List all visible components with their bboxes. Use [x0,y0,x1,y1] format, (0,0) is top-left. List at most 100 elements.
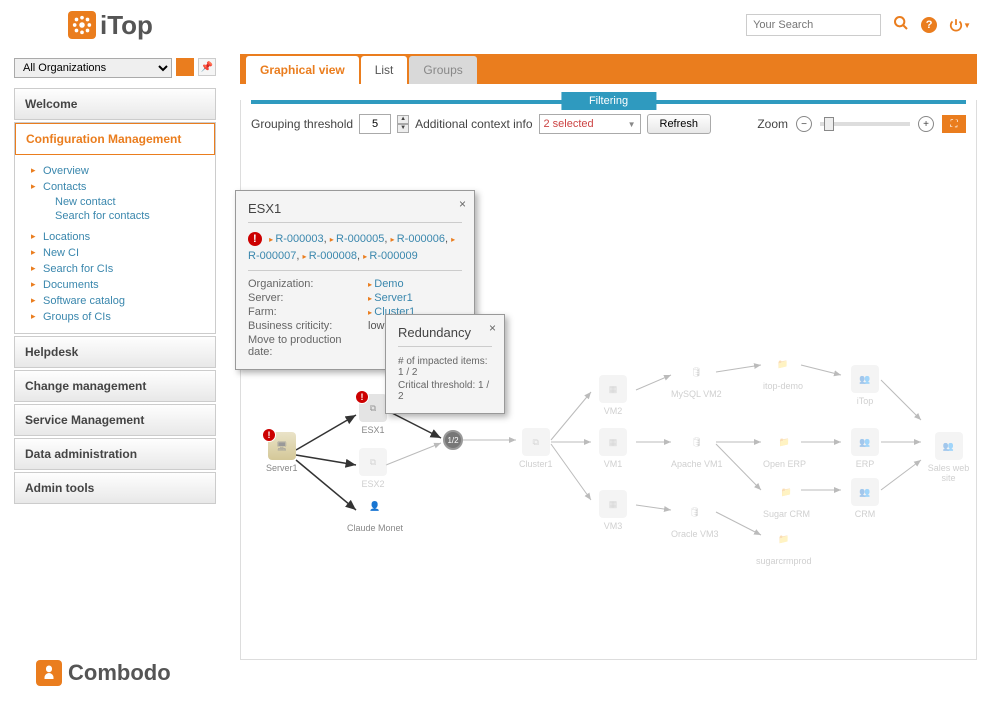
node-vm1[interactable]: ▦VM1 [599,428,627,469]
menu-change[interactable]: Change management [15,371,215,401]
node-itopdemo[interactable]: 📁itop-demo [763,350,803,391]
node-oraclevm3[interactable]: 🛢Oracle VM3 [671,498,719,539]
search-icon[interactable] [893,15,909,36]
link-software-catalog[interactable]: Software catalog [43,293,215,309]
app-icon: 👥 [851,428,879,456]
server-label: Server: [248,292,368,304]
node-cluster1[interactable]: ⧉Cluster1 [519,428,553,469]
threshold-down[interactable]: ▼ [397,124,409,133]
ticket-link[interactable]: R-000005 [330,233,385,245]
pin-button[interactable]: 📌 [198,58,216,76]
menu-helpdesk[interactable]: Helpdesk [15,337,215,367]
hypervisor-icon: ⧉ [359,448,387,476]
menu-service[interactable]: Service Management [15,405,215,435]
node-esx2[interactable]: ⧉ESX2 [359,448,387,489]
vm-icon: ▦ [599,490,627,518]
server-link[interactable]: Server1 [368,292,413,304]
threshold-up[interactable]: ▲ [397,115,409,124]
tab-groups[interactable]: Groups [409,56,476,84]
zoom-in-button[interactable]: + [918,116,934,132]
search-input[interactable] [746,14,881,36]
biz-label: Business criticity: [248,320,368,332]
node-mysqlvm2[interactable]: 🛢MySQL VM2 [671,358,722,399]
refresh-button[interactable]: Refresh [647,114,712,134]
logo-text: iTop [100,10,153,41]
node-sugarcrmprod[interactable]: 📁sugarcrmprod [756,525,812,566]
ticket-link[interactable]: R-000009 [363,250,418,262]
biz-value: low [368,320,385,332]
folder-icon: 📁 [773,478,801,506]
node-openerp[interactable]: 📁Open ERP [763,428,806,469]
footer-logo-text: Combodo [68,660,171,686]
menu-admin-tools[interactable]: Admin tools [15,473,215,503]
help-icon[interactable]: ? [921,17,937,33]
tab-graphical[interactable]: Graphical view [246,56,359,84]
close-icon[interactable]: × [459,197,466,211]
close-icon[interactable]: × [489,321,496,335]
link-new-ci[interactable]: New CI [43,245,215,261]
context-select[interactable]: 2 selected▼ [539,114,641,134]
tab-list[interactable]: List [361,56,408,84]
link-documents[interactable]: Documents [43,277,215,293]
filter-bar: Filtering [251,100,966,104]
node-erp[interactable]: 👥ERP [851,428,879,469]
link-search-cis[interactable]: Search for CIs [43,261,215,277]
link-locations[interactable]: Locations [43,229,215,245]
logo-icon [68,11,96,39]
org-go-button[interactable] [176,58,194,76]
node-sales[interactable]: 👥Sales web site [921,432,976,483]
app-icon: 👥 [851,478,879,506]
zoom-slider-handle[interactable] [824,117,834,131]
link-overview[interactable]: Overview [43,163,215,179]
person-icon: 👤 [361,492,389,520]
footer-logo: Combodo [36,660,171,686]
zoom-out-button[interactable]: − [796,116,812,132]
node-vm2[interactable]: ▦VM2 [599,375,627,416]
sidebar: All Organizations 📌 Welcome Configuratio… [0,50,230,706]
app-logo: iTop [68,10,153,41]
warning-icon [248,232,262,246]
power-icon[interactable]: ▼ [949,18,971,32]
org-link[interactable]: Demo [368,278,404,290]
node-vm3[interactable]: ▦VM3 [599,490,627,531]
impacted-line: # of impacted items: 1 / 2 [398,355,492,379]
folder-icon: 📁 [771,428,799,456]
vm-icon: ▦ [599,375,627,403]
node-apachevm1[interactable]: 🛢Apache VM1 [671,428,723,469]
alert-badge-icon: ! [355,390,369,404]
vm-icon: ▦ [599,428,627,456]
node-server1[interactable]: 🖥!Server1 [266,432,298,473]
link-new-contact[interactable]: New contact [43,195,215,209]
popup-title: ESX1 [248,201,462,223]
folder-icon: 📁 [770,525,798,553]
ticket-link[interactable]: R-000008 [302,250,357,262]
org-select[interactable]: All Organizations [14,58,172,78]
zoom-slider[interactable] [820,122,910,126]
popup-redundancy: × Redundancy # of impacted items: 1 / 2 … [385,314,505,414]
tab-bar: Graphical view List Groups [240,54,977,84]
org-label: Organization: [248,278,368,290]
node-itop[interactable]: 👥iTop [851,365,879,406]
link-contacts[interactable]: Contacts [43,179,215,195]
ticket-link[interactable]: R-000006 [390,233,445,245]
node-sugarcrm[interactable]: 📁Sugar CRM [763,478,810,519]
cluster-icon: ⧉ [522,428,550,456]
node-crm[interactable]: 👥CRM [851,478,879,519]
menu-data-admin[interactable]: Data administration [15,439,215,469]
toolbar: Grouping threshold ▲ ▼ Additional contex… [241,104,976,144]
node-esx1[interactable]: ⧉!ESX1 [359,394,387,435]
content-area: Filtering Grouping threshold ▲ ▼ Additio… [240,100,977,660]
link-search-contacts[interactable]: Search for contacts [43,209,215,223]
fullscreen-button[interactable]: ⛶ [942,115,966,133]
node-redundancy[interactable]: 1/2 [443,430,463,450]
ticket-link[interactable]: R-000003 [269,233,324,245]
link-groups-cis[interactable]: Groups of CIs [43,309,215,325]
threshold-input[interactable] [359,114,391,134]
node-claude-monet[interactable]: 👤Claude Monet [347,492,403,533]
menu-welcome[interactable]: Welcome [15,89,215,119]
folder-icon: 📁 [769,350,797,378]
grouping-label: Grouping threshold [251,117,353,131]
database-icon: 🛢 [683,428,711,456]
filtering-button[interactable]: Filtering [561,92,656,110]
menu-config-mgmt[interactable]: Configuration Management [15,123,215,155]
